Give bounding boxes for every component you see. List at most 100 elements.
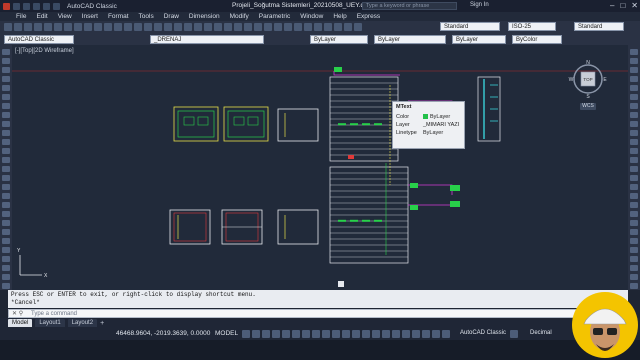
modify-tool-icon[interactable] xyxy=(630,148,638,154)
menu-item-draw[interactable]: Draw xyxy=(164,13,179,20)
status-toggle-icon[interactable] xyxy=(510,330,518,338)
workspace-switch[interactable]: AutoCAD Classic xyxy=(460,330,506,336)
draw-tool-icon[interactable] xyxy=(2,112,10,118)
toolbar-tool-icon[interactable] xyxy=(94,23,102,31)
draw-tool-icon[interactable] xyxy=(2,157,10,163)
status-toggle-icon[interactable] xyxy=(292,330,300,338)
draw-tool-icon[interactable] xyxy=(2,211,10,217)
status-toggle-icon[interactable] xyxy=(322,330,330,338)
status-toggle-icon[interactable] xyxy=(422,330,430,338)
viewcube[interactable]: TOP N S W E xyxy=(568,59,608,100)
menu-item-edit[interactable]: Edit xyxy=(36,13,47,20)
menu-item-tools[interactable]: Tools xyxy=(139,13,154,20)
toolbar-tool-icon[interactable] xyxy=(204,23,212,31)
toolbar-tool-icon[interactable] xyxy=(264,23,272,31)
status-toggle-icon[interactable] xyxy=(402,330,410,338)
redo-icon[interactable] xyxy=(53,2,60,10)
modify-tool-icon[interactable] xyxy=(630,85,638,91)
modify-tool-icon[interactable] xyxy=(630,274,638,280)
toolbar-tool-icon[interactable] xyxy=(134,23,142,31)
draw-tool-icon[interactable] xyxy=(2,76,10,82)
modify-tool-icon[interactable] xyxy=(630,193,638,199)
toolbar-tool-icon[interactable] xyxy=(74,23,82,31)
sign-in-button[interactable]: Sign In xyxy=(470,2,489,8)
menu-item-format[interactable]: Format xyxy=(108,13,129,20)
drawing-canvas[interactable]: [-][Top][2D Wireframe] X Y TOP N S W E W… xyxy=(12,45,628,290)
toolbar-tool-icon[interactable] xyxy=(154,23,162,31)
units-button[interactable]: Decimal xyxy=(530,330,552,336)
close-icon[interactable]: ✕ xyxy=(631,1,638,10)
toolbar-tool-icon[interactable] xyxy=(314,23,322,31)
status-toggle-icon[interactable] xyxy=(342,330,350,338)
draw-tool-icon[interactable] xyxy=(2,202,10,208)
toolbar-tool-icon[interactable] xyxy=(174,23,182,31)
toolbar-tool-icon[interactable] xyxy=(164,23,172,31)
draw-tool-icon[interactable] xyxy=(2,283,10,289)
modify-tool-icon[interactable] xyxy=(630,121,638,127)
draw-tool-icon[interactable] xyxy=(2,121,10,127)
draw-tool-icon[interactable] xyxy=(2,238,10,244)
status-toggle-icon[interactable] xyxy=(312,330,320,338)
app-menu-icon[interactable] xyxy=(3,2,10,10)
modify-tool-icon[interactable] xyxy=(630,139,638,145)
modify-tool-icon[interactable] xyxy=(630,202,638,208)
modify-tool-icon[interactable] xyxy=(630,130,638,136)
draw-tool-icon[interactable] xyxy=(2,103,10,109)
toolbar-tool-icon[interactable] xyxy=(234,23,242,31)
dim-style-dropdown[interactable]: ISO-25 xyxy=(508,22,556,31)
status-toggle-icon[interactable] xyxy=(262,330,270,338)
modify-tool-icon[interactable] xyxy=(630,58,638,64)
draw-tool-icon[interactable] xyxy=(2,49,10,55)
menu-item-file[interactable]: File xyxy=(16,13,26,20)
plotstyle-dropdown[interactable]: ByColor xyxy=(512,35,562,44)
color-dropdown[interactable]: ByLayer xyxy=(310,35,368,44)
toolbar-tool-icon[interactable] xyxy=(284,23,292,31)
modify-tool-icon[interactable] xyxy=(630,112,638,118)
toolbar-tool-icon[interactable] xyxy=(44,23,52,31)
layer-dropdown[interactable]: _DRENAJ xyxy=(150,35,264,44)
modify-tool-icon[interactable] xyxy=(630,67,638,73)
search-input[interactable]: Type a keyword or phrase xyxy=(362,2,457,10)
modify-tool-icon[interactable] xyxy=(630,76,638,82)
toolbar-tool-icon[interactable] xyxy=(324,23,332,31)
toolbar-tool-icon[interactable] xyxy=(244,23,252,31)
toolbar-tool-icon[interactable] xyxy=(24,23,32,31)
modify-tool-icon[interactable] xyxy=(630,157,638,163)
wcs-menu[interactable]: WCS xyxy=(580,103,596,110)
status-toggle-icon[interactable] xyxy=(272,330,280,338)
draw-tool-icon[interactable] xyxy=(2,265,10,271)
status-toggle-icon[interactable] xyxy=(302,330,310,338)
toolbar-tool-icon[interactable] xyxy=(224,23,232,31)
draw-tool-icon[interactable] xyxy=(2,166,10,172)
lineweight-dropdown[interactable]: ByLayer xyxy=(452,35,506,44)
draw-tool-icon[interactable] xyxy=(2,229,10,235)
modify-tool-icon[interactable] xyxy=(630,175,638,181)
status-toggle-icon[interactable] xyxy=(372,330,380,338)
workspace-dropdown[interactable]: AutoCAD Classic xyxy=(4,35,74,44)
draw-tool-icon[interactable] xyxy=(2,139,10,145)
status-toggle-icon[interactable] xyxy=(362,330,370,338)
menu-item-express[interactable]: Express xyxy=(357,13,380,20)
draw-tool-icon[interactable] xyxy=(2,130,10,136)
restore-icon[interactable]: □ xyxy=(620,1,625,10)
modify-tool-icon[interactable] xyxy=(630,265,638,271)
toolbar-tool-icon[interactable] xyxy=(124,23,132,31)
status-toggle-icon[interactable] xyxy=(392,330,400,338)
modify-tool-icon[interactable] xyxy=(630,211,638,217)
draw-tool-icon[interactable] xyxy=(2,175,10,181)
toolbar-tool-icon[interactable] xyxy=(144,23,152,31)
toolbar-tool-icon[interactable] xyxy=(14,23,22,31)
modify-tool-icon[interactable] xyxy=(630,229,638,235)
toolbar-tool-icon[interactable] xyxy=(114,23,122,31)
menu-item-modify[interactable]: Modify xyxy=(230,13,249,20)
status-toggle-icon[interactable] xyxy=(352,330,360,338)
status-toggle-icon[interactable] xyxy=(282,330,290,338)
modify-tool-icon[interactable] xyxy=(630,238,638,244)
toolbar-tool-icon[interactable] xyxy=(304,23,312,31)
toolbar-tool-icon[interactable] xyxy=(54,23,62,31)
modify-tool-icon[interactable] xyxy=(630,184,638,190)
draw-tool-icon[interactable] xyxy=(2,94,10,100)
draw-tool-icon[interactable] xyxy=(2,193,10,199)
status-toggle-icon[interactable] xyxy=(252,330,260,338)
new-icon[interactable] xyxy=(13,2,20,10)
